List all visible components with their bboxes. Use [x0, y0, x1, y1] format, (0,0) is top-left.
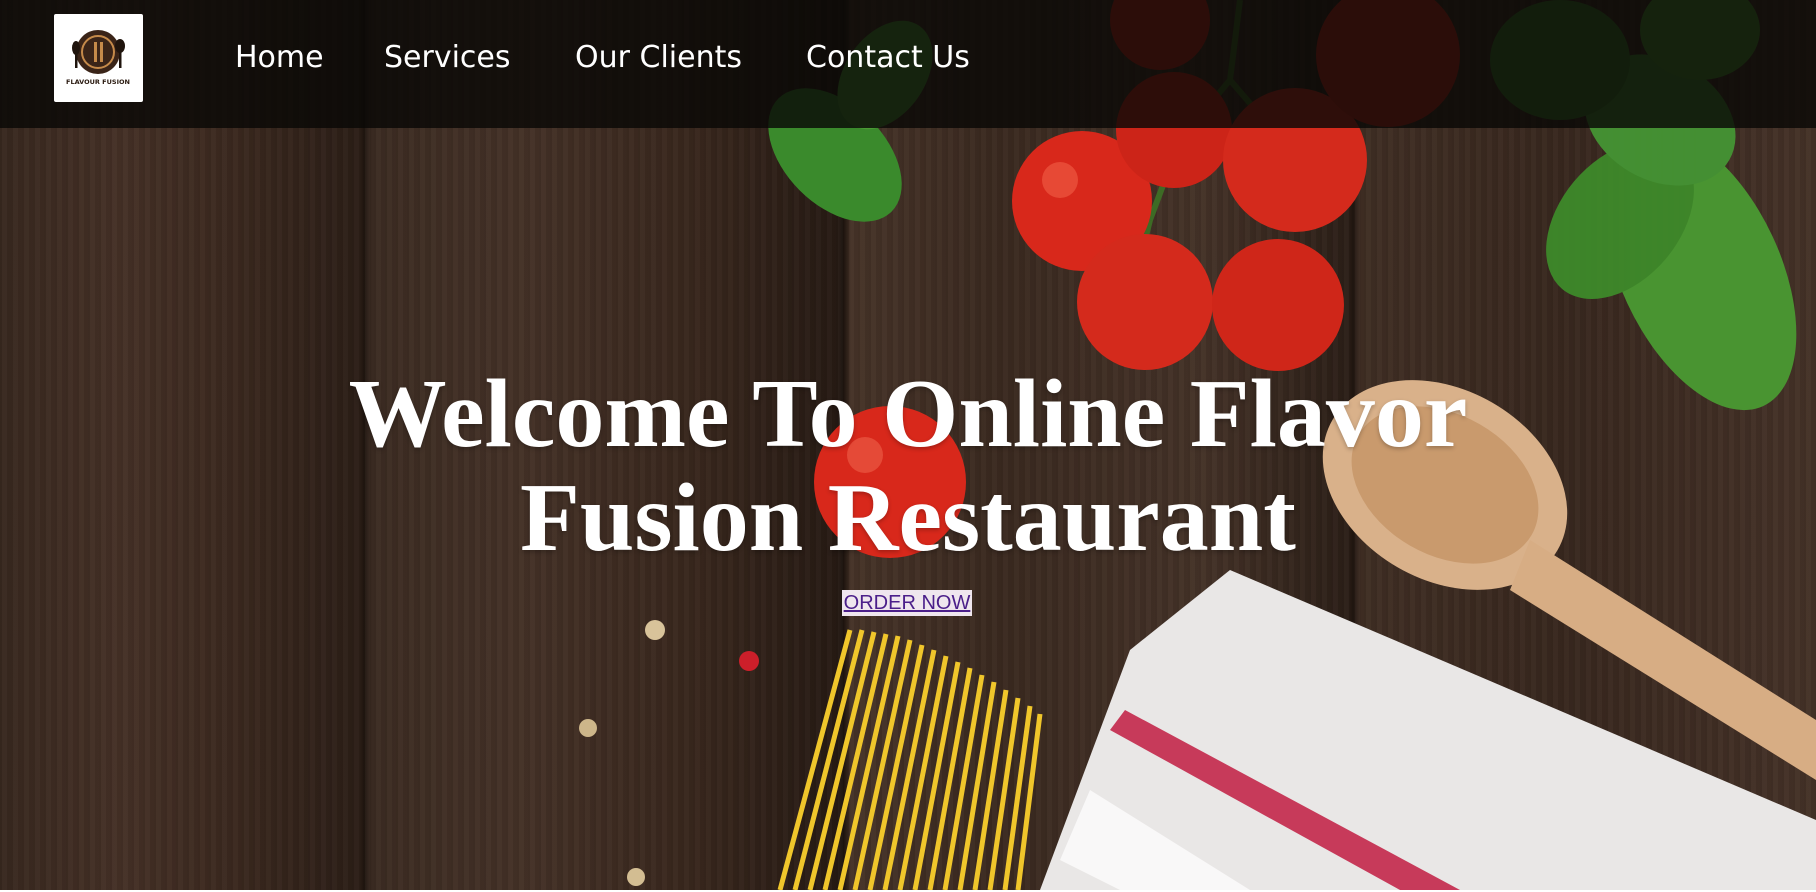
- hero-title-line-1: Welcome To Online Flavor: [348, 360, 1468, 468]
- nav-contact-us-link[interactable]: Contact Us: [806, 40, 970, 75]
- peppercorns: [579, 620, 759, 886]
- nav-services-link[interactable]: Services: [384, 40, 511, 75]
- logo-text: FLAVOUR FUSION: [66, 78, 130, 86]
- kitchen-towel: [1040, 570, 1816, 890]
- logo[interactable]: FLAVOUR FUSION: [54, 14, 143, 102]
- nav-our-clients-link[interactable]: Our Clients: [575, 40, 742, 75]
- hero-title-line-2: Fusion Restaurant: [520, 464, 1296, 572]
- nav-home-link[interactable]: Home: [235, 40, 324, 75]
- spaghetti: [777, 629, 1043, 890]
- order-now-button[interactable]: ORDER NOW: [842, 590, 972, 616]
- plate-fork-spoon-icon: FLAVOUR FUSION: [66, 30, 130, 86]
- top-navbar: FLAVOUR FUSION Home Services Our Clients…: [0, 0, 1816, 128]
- hero-title: Welcome To Online Flavor Fusion Restaura…: [300, 362, 1516, 570]
